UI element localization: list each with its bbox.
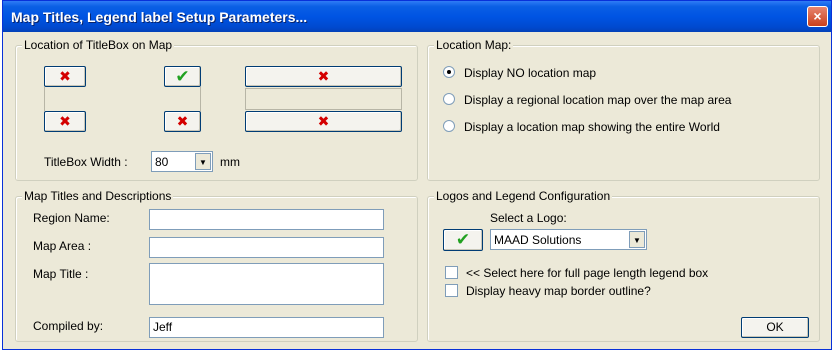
logo-select-value: MAAD Solutions — [494, 233, 582, 247]
compiled-by-label: Compiled by: — [33, 319, 104, 333]
titlebox-width-select[interactable]: 80 ▼ — [151, 151, 213, 172]
radio-no-location-map[interactable] — [443, 66, 455, 78]
titlebox-location-group: Location of TitleBox on Map ✖ ✔ ✖ ✖ ✖ ✖ … — [15, 38, 418, 181]
titlebox-top-right-button[interactable]: ✔ — [164, 66, 201, 87]
compiled-by-input[interactable]: Jeff — [149, 317, 384, 338]
dialog-window: Map Titles, Legend label Setup Parameter… — [2, 0, 832, 350]
check-icon: ✔ — [175, 67, 190, 86]
titlebox-width-value: 80 — [155, 155, 169, 169]
x-icon: ✖ — [317, 68, 330, 84]
titlebox-full-top-button[interactable]: ✖ — [245, 66, 402, 87]
map-titles-group: Map Titles and Descriptions Region Name:… — [15, 189, 418, 342]
chevron-down-icon[interactable]: ▼ — [195, 153, 211, 170]
titlebox-top-left-button[interactable]: ✖ — [44, 66, 86, 87]
chevron-down-icon[interactable]: ▼ — [629, 231, 645, 248]
titlebox-middle-panel — [245, 88, 402, 110]
x-icon: ✖ — [59, 113, 71, 129]
radio-world-location-map-label[interactable]: Display a location map showing the entir… — [464, 120, 720, 134]
close-button[interactable]: × — [807, 6, 828, 27]
titlebox-preview-frame — [44, 87, 201, 111]
region-name-input[interactable] — [149, 209, 384, 230]
logos-legend-legend: Logos and Legend Configuration — [434, 189, 613, 203]
map-area-input[interactable] — [149, 237, 384, 258]
window-title: Map Titles, Legend label Setup Parameter… — [11, 9, 308, 25]
ok-button-label: OK — [766, 320, 784, 334]
location-map-legend: Location Map: — [434, 38, 514, 52]
heavy-border-label[interactable]: Display heavy map border outline? — [466, 284, 651, 298]
radio-regional-location-map[interactable] — [443, 93, 455, 105]
logo-select[interactable]: MAAD Solutions ▼ — [490, 229, 647, 250]
map-area-label: Map Area : — [33, 239, 92, 253]
titlebox-width-unit: mm — [220, 155, 240, 169]
location-map-group: Location Map: Display NO location map Di… — [427, 38, 820, 181]
region-name-label: Region Name: — [33, 211, 110, 225]
full-page-legend-label[interactable]: << Select here for full page length lege… — [466, 266, 708, 280]
radio-regional-location-map-label[interactable]: Display a regional location map over the… — [464, 93, 731, 107]
titlebox-bottom-right-button[interactable]: ✖ — [164, 111, 201, 132]
x-icon: ✖ — [317, 113, 330, 129]
titlebox-full-bottom-button[interactable]: ✖ — [245, 111, 402, 132]
select-logo-label: Select a Logo: — [490, 211, 567, 225]
map-title-label: Map Title : — [33, 267, 89, 281]
radio-world-location-map[interactable] — [443, 120, 455, 132]
ok-button[interactable]: OK — [741, 317, 809, 338]
titlebox-width-label: TitleBox Width : — [44, 155, 128, 169]
check-icon: ✔ — [455, 230, 471, 249]
radio-no-location-map-label[interactable]: Display NO location map — [464, 66, 596, 80]
close-icon: × — [813, 8, 822, 24]
titlebox-bottom-left-button[interactable]: ✖ — [44, 111, 86, 132]
full-page-legend-checkbox[interactable] — [445, 266, 458, 279]
logo-confirm-button[interactable]: ✔ — [443, 229, 483, 251]
map-titles-legend: Map Titles and Descriptions — [22, 189, 174, 203]
x-icon: ✖ — [176, 113, 189, 129]
x-icon: ✖ — [59, 68, 71, 84]
map-title-textarea[interactable] — [149, 263, 384, 305]
title-bar: Map Titles, Legend label Setup Parameter… — [3, 1, 831, 32]
titlebox-location-legend: Location of TitleBox on Map — [22, 38, 175, 52]
heavy-border-checkbox[interactable] — [445, 284, 458, 297]
